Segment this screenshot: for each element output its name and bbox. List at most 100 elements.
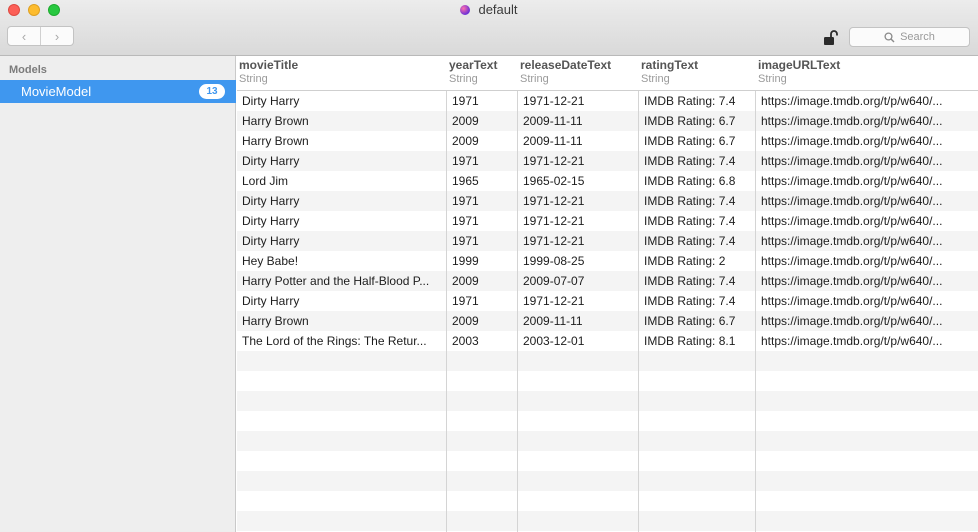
table-row[interactable]: Dirty Harry 1971 1971-12-21 IMDB Rating: 7.… [237,151,978,171]
table-cell-imageURLText: https://image.tmdb.org/t/p/w640/... [761,154,943,168]
table-cell-releaseDateText: 2009-11-11 [523,114,583,128]
table-cell-ratingText: IMDB Rating: 7.4 [644,274,736,288]
column-header-imageURLText[interactable]: imageURLText String [758,58,840,85]
column-name: ratingText [641,58,699,72]
count-badge: 13 [199,84,225,99]
table-row[interactable]: Hey Babe! 1999 1999-08-25 IMDB Rating: 2 htt… [237,251,978,271]
table-cell-ratingText: IMDB Rating: 7.4 [644,94,736,108]
table-cell-yearText: 2009 [452,314,479,328]
empty-row [237,411,978,431]
table-cell-imageURLText: https://image.tmdb.org/t/p/w640/... [761,314,943,328]
window-title-bar: default [0,2,978,17]
table-cell-movieTitle: Dirty Harry [242,234,300,248]
table-cell-releaseDateText: 1971-12-21 [523,294,585,308]
table-cell-movieTitle: Lord Jim [242,174,289,188]
table-cell-releaseDateText: 2009-11-11 [523,134,583,148]
table-cell-yearText: 2009 [452,274,479,288]
column-divider[interactable] [446,91,447,532]
sidebar-item-label: MovieModel [21,84,92,99]
table-cell-imageURLText: https://image.tmdb.org/t/p/w640/... [761,234,943,248]
table-row[interactable]: Dirty Harry 1971 1971-12-21 IMDB Rating: 7.… [237,231,978,251]
navigation-buttons: ‹ › [7,26,74,46]
column-name: yearText [449,58,498,72]
table-cell-ratingText: IMDB Rating: 6.8 [644,174,736,188]
column-name: releaseDateText [520,58,612,72]
table-cell-releaseDateText: 1971-12-21 [523,154,585,168]
column-type: String [239,73,268,85]
table-cell-yearText: 1971 [452,294,479,308]
column-name: imageURLText [758,58,841,72]
column-type: String [449,73,478,85]
table-row[interactable]: Dirty Harry 1971 1971-12-21 IMDB Rating: 7.… [237,91,978,111]
column-divider[interactable] [517,91,518,532]
unlock-icon[interactable] [822,29,840,47]
table-cell-imageURLText: https://image.tmdb.org/t/p/w640/... [761,254,943,268]
back-icon: ‹ [21,28,27,44]
table-cell-ratingText: IMDB Rating: 7.4 [644,194,736,208]
table-cell-movieTitle: Hey Babe! [242,254,299,268]
table-cell-ratingText: IMDB Rating: 2 [644,254,726,268]
table-cell-imageURLText: https://image.tmdb.org/t/p/w640/... [761,94,943,108]
table-cell-yearText: 2009 [452,114,479,128]
column-name: movieTitle [239,58,299,72]
table-cell-imageURLText: https://image.tmdb.org/t/p/w640/... [761,214,943,228]
table-cell-yearText: 1971 [452,234,479,248]
table-header: movieTitle String yearText String releaseDat… [237,56,978,91]
table-body: Dirty Harry 1971 1971-12-21 IMDB Rating: 7.… [237,91,978,532]
table-cell-releaseDateText: 1999-08-25 [523,254,585,268]
table-cell-movieTitle: Harry Brown [242,314,309,328]
table-row[interactable]: Dirty Harry 1971 1971-12-21 IMDB Rating: 7.… [237,291,978,311]
table-cell-ratingText: IMDB Rating: 7.4 [644,154,736,168]
table-row[interactable]: The Lord of the Rings: The Retur... 2003 2… [237,331,978,351]
table-cell-yearText: 1971 [452,94,479,108]
table-cell-ratingText: IMDB Rating: 7.4 [644,214,736,228]
empty-row [237,491,978,511]
sidebar-item-moviemodel[interactable]: MovieModel 13 [0,80,236,103]
forward-icon: › [54,28,60,44]
table-cell-releaseDateText: 1965-02-15 [523,174,585,188]
column-divider[interactable] [755,91,756,532]
table-cell-yearText: 1971 [452,214,479,228]
table-cell-movieTitle: Harry Brown [242,114,309,128]
column-divider[interactable] [638,91,639,532]
sidebar: Models MovieModel 13 [0,56,236,532]
back-button[interactable]: ‹ [8,27,40,45]
table-cell-ratingText: IMDB Rating: 7.4 [644,234,736,248]
table-cell-ratingText: IMDB Rating: 6.7 [644,114,736,128]
table-cell-ratingText: IMDB Rating: 6.7 [644,134,736,148]
table-row[interactable]: Harry Brown 2009 2009-11-11 IMDB Rating: 6.… [237,111,978,131]
column-header-ratingText[interactable]: ratingText String [641,58,698,85]
window-title: default [478,2,518,17]
table-cell-releaseDateText: 2009-07-07 [523,274,585,288]
table-cell-movieTitle: The Lord of the Rings: The Retur... [242,334,427,348]
table-cell-movieTitle: Dirty Harry [242,154,300,168]
table-cell-ratingText: IMDB Rating: 6.7 [644,314,736,328]
forward-button[interactable]: › [40,27,73,45]
table-row[interactable]: Harry Potter and the Half-Blood P... 2009… [237,271,978,291]
table-cell-imageURLText: https://image.tmdb.org/t/p/w640/... [761,134,943,148]
document-icon [460,5,471,15]
table-row[interactable]: Harry Brown 2009 2009-11-11 IMDB Rating: 6.… [237,131,978,151]
table-cell-releaseDateText: 1971-12-21 [523,214,585,228]
table-row[interactable]: Dirty Harry 1971 1971-12-21 IMDB Rating: 7.… [237,191,978,211]
column-header-yearText[interactable]: yearText String [449,58,497,85]
sidebar-section-header: Models [9,64,47,76]
column-header-movieTitle[interactable]: movieTitle String [239,58,298,85]
table-cell-movieTitle: Harry Brown [242,134,309,148]
table-cell-ratingText: IMDB Rating: 8.1 [644,334,736,348]
table-cell-yearText: 1971 [452,194,479,208]
table-cell-movieTitle: Dirty Harry [242,94,300,108]
table-cell-yearText: 2009 [452,134,479,148]
empty-row [237,471,978,491]
column-header-releaseDateText[interactable]: releaseDateText String [520,58,611,85]
table-cell-yearText: 2003 [452,334,479,348]
table-cell-imageURLText: https://image.tmdb.org/t/p/w640/... [761,274,943,288]
search-field[interactable]: Search [849,27,970,47]
column-type: String [641,73,670,85]
empty-row [237,351,978,371]
table-row[interactable]: Lord Jim 1965 1965-02-15 IMDB Rating: 6.8 ht… [237,171,978,191]
table-row[interactable]: Dirty Harry 1971 1971-12-21 IMDB Rating: 7.… [237,211,978,231]
table-cell-yearText: 1971 [452,154,479,168]
table-row[interactable]: Harry Brown 2009 2009-11-11 IMDB Rating: 6.… [237,311,978,331]
table-cell-imageURLText: https://image.tmdb.org/t/p/w640/... [761,334,943,348]
